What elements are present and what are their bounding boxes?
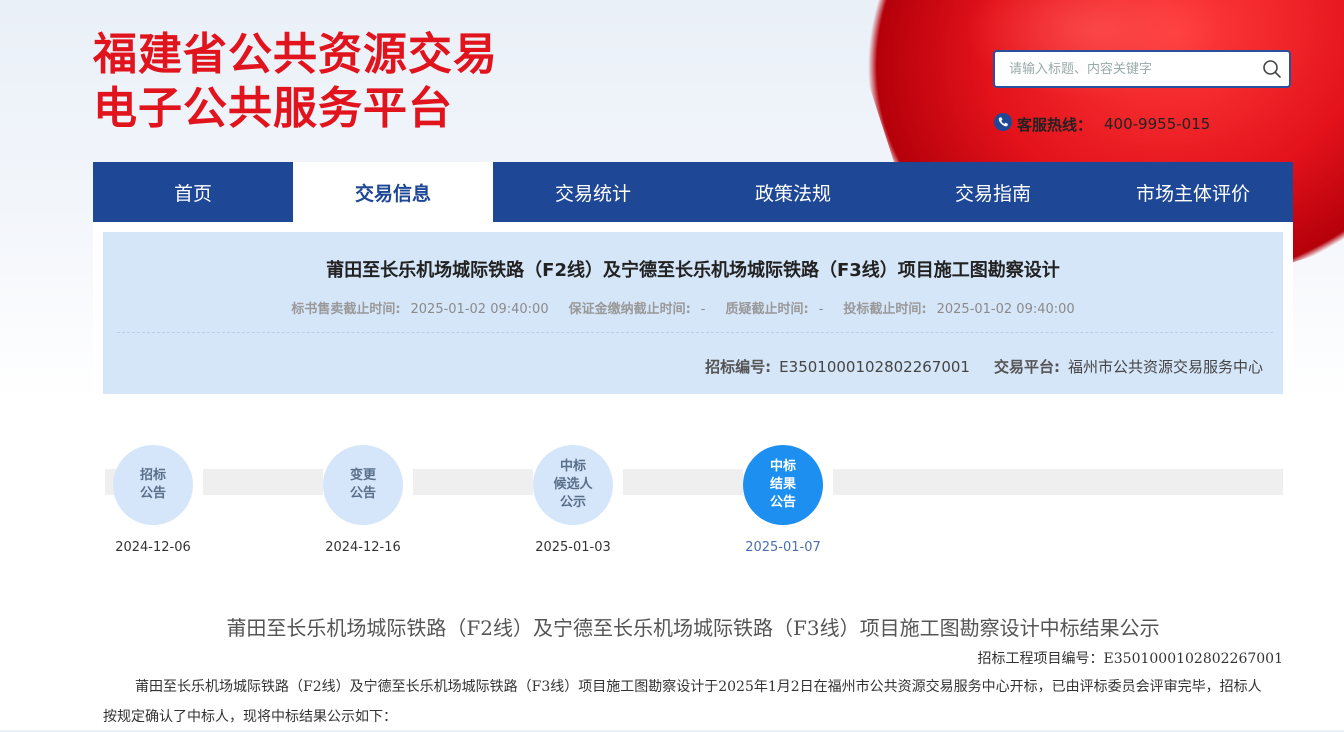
search-input[interactable] — [995, 53, 1255, 85]
step-label-line: 公告 — [769, 495, 796, 510]
hotline-label: 客服热线： — [1017, 115, 1093, 134]
time-value: - — [700, 302, 706, 317]
logo-line-1: 福建省公共资源交易 — [93, 29, 498, 80]
document-project-code: 招标工程项目编号：E3501000102802267001 — [977, 651, 1283, 667]
timeline-track — [203, 469, 323, 495]
nav-item-4[interactable]: 交易指南 — [893, 162, 1093, 222]
content-panel: 莆田至长乐机场城际铁路（F2线）及宁德至长乐机场城际铁路（F3线）项目施工图勘察… — [93, 222, 1293, 730]
step-label-line: 结果 — [769, 477, 796, 492]
timeline-track — [413, 469, 533, 495]
timeline-step-2[interactable]: 中标 候选人 公示 — [533, 445, 613, 525]
code-value: E3501000102802267001 — [779, 358, 970, 376]
phone-icon — [993, 112, 1013, 136]
timeline-date-3: 2025-01-07 — [745, 540, 821, 555]
info-divider — [117, 332, 1273, 333]
project-info-box: 莆田至长乐机场城际铁路（F2线）及宁德至长乐机场城际铁路（F3线）项目施工图勘察… — [103, 232, 1283, 394]
hotline: 客服热线： 400-9955-015 — [993, 112, 1210, 136]
nav-item-5[interactable]: 市场主体评价 — [1093, 162, 1293, 222]
nav-item-3[interactable]: 政策法规 — [693, 162, 893, 222]
time-label: 标书售卖截止时间: — [291, 302, 401, 317]
timeline-date-0: 2024-12-06 — [115, 540, 191, 555]
time-value: 2025-01-02 09:40:00 — [410, 302, 549, 317]
step-label: 招标 公告 — [140, 467, 166, 503]
timeline-step-1[interactable]: 变更 公告 — [323, 445, 403, 525]
project-meta: 招标编号: E3501000102802267001 交易平台: 福州市公共资源交易服… — [705, 356, 1263, 377]
time-label: 质疑截止时间: — [725, 302, 809, 317]
platform-value: 福州市公共资源交易服务中心 — [1067, 358, 1263, 376]
step-label-line: 中标 — [769, 459, 796, 474]
step-label-line: 公告 — [349, 486, 376, 501]
step-label-line: 候选人 — [553, 477, 593, 492]
code-label: 招标编号: — [705, 358, 772, 376]
project-title: 莆田至长乐机场城际铁路（F2线）及宁德至长乐机场城际铁路（F3线）项目施工图勘察… — [326, 260, 1060, 281]
step-label-line: 中标 — [559, 459, 586, 474]
timeline-date-2: 2025-01-03 — [535, 540, 611, 555]
timeline-track — [833, 469, 1283, 495]
search-box — [993, 50, 1291, 88]
time-value: 2025-01-02 09:40:00 — [936, 302, 1075, 317]
time-label: 投标截止时间: — [843, 302, 927, 317]
document-paragraph: 莆田至长乐机场城际铁路（F2线）及宁德至长乐机场城际铁路（F3线）项目施工图勘察… — [103, 679, 1262, 725]
nav-item-1[interactable]: 交易信息 — [293, 162, 493, 222]
timeline-step-3[interactable]: 中标 结果 公告 — [743, 445, 823, 525]
step-label-line: 公示 — [559, 495, 586, 510]
step-label-line: 招标 — [139, 468, 166, 483]
platform-label: 交易平台: — [993, 358, 1060, 376]
nav-item-2[interactable]: 交易统计 — [493, 162, 693, 222]
main-nav: 首页 交易信息 交易统计 政策法规 交易指南 市场主体评价 — [93, 162, 1293, 222]
site-logo[interactable]: 福建省公共资源交易 电子公共服务平台 — [93, 28, 498, 136]
step-label: 中标 候选人 公示 — [553, 458, 592, 512]
logo-line-2: 电子公共服务平台 — [93, 83, 453, 134]
time-value: - — [818, 302, 824, 317]
timeline-date-1: 2024-12-16 — [325, 540, 401, 555]
document-title: 莆田至长乐机场城际铁路（F2线）及宁德至长乐机场城际铁路（F3线）项目施工图勘察… — [226, 616, 1160, 640]
timeline-track — [623, 469, 743, 495]
project-times: 标书售卖截止时间: 2025-01-02 09:40:00 保证金缴纳截止时间: - 质… — [103, 298, 1283, 317]
step-label-line: 公告 — [139, 486, 166, 501]
search-icon[interactable] — [1255, 52, 1289, 86]
time-label: 保证金缴纳截止时间: — [568, 302, 691, 317]
hotline-number: 400-9955-015 — [1104, 115, 1211, 133]
step-label: 变更 公告 — [350, 467, 376, 503]
step-label-line: 变更 — [349, 468, 376, 483]
timeline-step-0[interactable]: 招标 公告 — [113, 445, 193, 525]
step-label: 中标 结果 公告 — [770, 458, 796, 512]
nav-item-0[interactable]: 首页 — [93, 162, 293, 222]
